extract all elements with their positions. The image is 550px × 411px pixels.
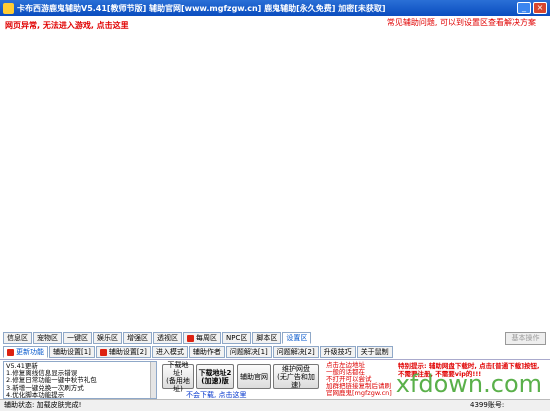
tab-label: 辅助设置[2] (108, 348, 147, 356)
sub-tab-8[interactable]: 关于鼠制 (356, 346, 393, 358)
tab-label: 升级技巧 (323, 348, 352, 356)
status-bar: 辅助状态: 加载皮肤完成! 4399账号: (0, 399, 550, 411)
notes-scrollbar[interactable] (150, 362, 156, 398)
tab-label: 问题解决[2] (276, 348, 315, 356)
tab-label: 更新功能 (16, 348, 44, 356)
tab-icon (7, 348, 14, 356)
tab-icon (187, 334, 194, 342)
tab-label: 每周区 (196, 334, 217, 342)
tab-label: NPC区 (226, 334, 248, 342)
main-tab-0[interactable]: 信息区 (3, 332, 32, 344)
main-tab-9[interactable]: 设置区 (282, 332, 312, 344)
main-tab-7[interactable]: NPC区 (222, 332, 252, 344)
download-slow-label: 下载地址2 (加速)版 (198, 368, 232, 385)
tab-label: 宠物区 (37, 334, 58, 342)
sub-tab-6[interactable]: 问题解决[2] (272, 346, 319, 358)
netdisk-button[interactable]: 维护网盘 (无广告和加速) (273, 364, 319, 389)
close-button[interactable]: × (533, 2, 547, 14)
sub-tab-2[interactable]: 辅助设置[2] (95, 346, 151, 358)
tab-label: 进入模式 (155, 348, 184, 356)
sub-tab-4[interactable]: 辅助作者 (188, 346, 225, 358)
tab-label: 辅助作者 (192, 348, 221, 356)
main-tabs: 信息区 宠物区 一键区 娱乐区 增强区 透视区 每周区 NPC区 脚本区 设置区 (3, 332, 312, 345)
tab-label: 增强区 (127, 334, 148, 342)
tab-label: 信息区 (7, 334, 28, 342)
tab-icon (99, 348, 107, 356)
netdisk-label: 维护网盘 (无广告和加速) (277, 364, 315, 389)
sub-tab-5[interactable]: 问题解决[1] (225, 346, 272, 358)
download-fail-button[interactable]: 下载地址! (备用地址) (162, 361, 194, 393)
download-fail-label: 下载地址! (备用地址) (166, 360, 190, 393)
update-notes[interactable]: V5.41更新 1.修复离线信息显示错误 2.修复日常功能一键中秋节礼包 3.新增一键… (3, 361, 157, 399)
basic-op-button[interactable]: 基本操作 (505, 332, 546, 345)
app-icon (3, 2, 14, 14)
game-content-area[interactable]: 网页异常, 无法进入游戏, 点击这里 常见辅助问题, 可以到设置区查看解决方案 … (0, 16, 550, 345)
sub-tab-0[interactable]: 更新功能 (3, 346, 48, 358)
sub-tab-1[interactable]: 辅助设置[1] (49, 346, 95, 358)
title-bar: 卡布西游鹿鬼辅助V5.41[教师节版] 辅助官网[www.mgfzgw.cn] … (0, 0, 550, 16)
sub-tab-3[interactable]: 进入模式 (151, 346, 188, 358)
tab-label: 辅助设置[1] (53, 348, 91, 356)
tab-label: 一键区 (67, 334, 88, 342)
hint-line: 官网鹿鬼[mgfzgw.cn] (326, 389, 392, 397)
minimize-button[interactable]: _ (517, 2, 531, 14)
main-tab-6[interactable]: 每周区 (183, 332, 221, 344)
tab-label: 娱乐区 (97, 334, 118, 342)
tab-label: 透视区 (157, 334, 178, 342)
window-title: 卡布西游鹿鬼辅助V5.41[教师节版] 辅助官网[www.mgfzgw.cn] … (17, 3, 386, 13)
main-tab-2[interactable]: 一键区 (63, 332, 92, 344)
official-site-button[interactable]: 辅助官网 (237, 364, 271, 389)
status-text: 辅助状态: 加载皮肤完成! (4, 401, 82, 409)
tab-label: 问题解决[1] (229, 348, 268, 356)
main-tab-3[interactable]: 娱乐区 (93, 332, 122, 344)
watermark: xfdown.com (395, 370, 542, 398)
sub-tab-7[interactable]: 升级技巧 (319, 346, 356, 358)
main-tab-5[interactable]: 透视区 (153, 332, 182, 344)
main-tab-4[interactable]: 增强区 (123, 332, 152, 344)
main-tab-8[interactable]: 脚本区 (252, 332, 282, 344)
window-controls: _ × (517, 2, 547, 14)
net-error-link[interactable]: 网页异常, 无法进入游戏, 点击这里 (5, 20, 129, 31)
tab-label: 设置区 (286, 334, 308, 342)
tab-label: 关于鼠制 (360, 348, 389, 356)
tab-label: 脚本区 (256, 334, 278, 342)
sub-tabs: 更新功能 辅助设置[1] 辅助设置[2] 进入模式 辅助作者 问题解决[1] 问题解决[2]… (3, 346, 393, 359)
download-hint-notes: 点击左边地址 一般的话都在 不打开可以尝试 加群把链接复制后请刷 官网鹿鬼[mgfzgw… (326, 362, 392, 397)
help-note: 常见辅助问题, 可以到设置区查看解决方案 (386, 18, 536, 27)
account-label: 4399账号: (470, 401, 505, 409)
download-slow-button[interactable]: 下载地址2 (加速)版 (196, 364, 234, 389)
note-line: 4.优化脚本功能提示 (6, 390, 65, 399)
main-tab-1[interactable]: 宠物区 (33, 332, 62, 344)
official-site-label: 辅助官网 (240, 372, 268, 381)
